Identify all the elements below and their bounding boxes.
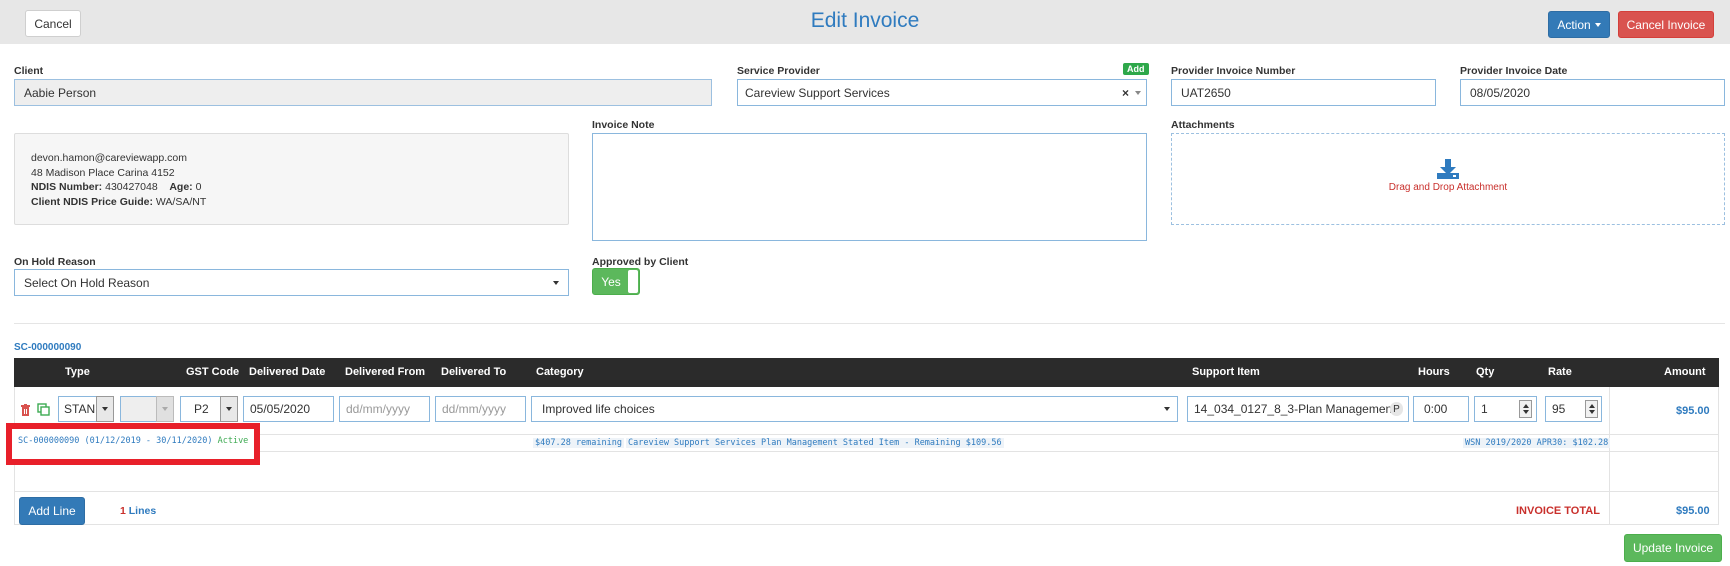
- line-info-bar: $407.28 remaining Careview Support Servi…: [14, 434, 1719, 452]
- delivered-from-input[interactable]: dd/mm/yyyy: [339, 396, 430, 422]
- col-delivered-from: Delivered From: [345, 366, 426, 378]
- delivered-to-input[interactable]: dd/mm/yyyy: [435, 396, 526, 422]
- col-delivered-date: Delivered Date: [249, 366, 326, 378]
- chevron-down-icon: [1135, 91, 1141, 95]
- invoice-total-label: INVOICE TOTAL: [1516, 505, 1600, 517]
- service-provider-select[interactable]: Careview Support Services ×: [737, 79, 1147, 106]
- ndis-label: NDIS Number:: [31, 181, 103, 193]
- type-dropdown-button[interactable]: [96, 396, 114, 422]
- gst-blank-dropdown: [156, 396, 174, 422]
- action-button[interactable]: Action: [1548, 11, 1610, 38]
- chevron-down-icon: [102, 407, 108, 411]
- attachments-label: Attachments: [1171, 119, 1235, 131]
- client-field[interactable]: Aabie Person: [14, 79, 712, 106]
- invoice-note-textarea[interactable]: [592, 133, 1147, 241]
- col-type: Type: [65, 366, 90, 378]
- remaining-text: $407.28 remaining: [533, 438, 624, 448]
- stated-item-text: Careview Support Services Plan Managemen…: [626, 438, 1004, 448]
- lines-count: 1 Lines: [120, 505, 156, 517]
- col-rate: Rate: [1548, 366, 1572, 378]
- service-provider-value: Careview Support Services: [745, 85, 890, 100]
- lines-count-number: 1: [120, 505, 126, 517]
- update-invoice-button[interactable]: Update Invoice: [1624, 534, 1722, 562]
- price-guide-label: Client NDIS Price Guide:: [31, 195, 153, 208]
- price-text: WSN 2019/2020 APR30: $102.28: [1463, 438, 1611, 448]
- action-label: Action: [1557, 17, 1591, 32]
- clear-icon[interactable]: ×: [1122, 86, 1129, 100]
- rate-value: 95: [1552, 402, 1566, 416]
- age-value: 0: [195, 181, 202, 193]
- col-support-item: Support Item: [1192, 366, 1260, 378]
- provider-invoice-number-input[interactable]: UAT2650: [1171, 79, 1436, 106]
- col-category: Category: [536, 366, 584, 378]
- approved-label: Approved by Client: [592, 256, 689, 268]
- col-hours: Hours: [1418, 366, 1450, 378]
- attachment-dropzone[interactable]: Drag and Drop Attachment: [1171, 133, 1725, 225]
- chevron-down-icon: [1594, 22, 1601, 27]
- col-delivered-to: Delivered To: [441, 366, 507, 378]
- service-contract-info: SC-000000090 (01/12/2019 - 30/11/2020) A…: [18, 436, 248, 446]
- delivered-date-input[interactable]: 05/05/2020: [243, 396, 334, 422]
- provider-invoice-number-label: Provider Invoice Number: [1171, 65, 1296, 77]
- amount-column-divider: [1609, 387, 1610, 525]
- section-divider: [14, 323, 1725, 324]
- toggle-knob: [628, 270, 638, 293]
- col-gst-code: GST Code: [186, 366, 240, 378]
- price-guide-value: WA/SA/NT: [155, 195, 207, 208]
- qty-stepper[interactable]: [1519, 400, 1532, 418]
- gst-dropdown-button[interactable]: [220, 396, 238, 422]
- cancel-invoice-button[interactable]: Cancel Invoice: [1618, 11, 1714, 38]
- service-contract-link[interactable]: SC-000000090: [14, 342, 81, 353]
- provider-invoice-date-label: Provider Invoice Date: [1460, 65, 1568, 77]
- service-contract-range: SC-000000090 (01/12/2019 - 30/11/2020): [18, 436, 213, 446]
- on-hold-select[interactable]: Select On Hold Reason: [14, 269, 569, 296]
- on-hold-label: On Hold Reason: [14, 256, 96, 268]
- attachment-text: Drag and Drop Attachment: [1388, 182, 1508, 193]
- invoice-total-value: $95.00: [1676, 505, 1710, 517]
- qty-value: 1: [1481, 402, 1488, 416]
- footer-divider: [14, 491, 1719, 492]
- client-ndis: NDIS Number: 430427048 Age: 0: [31, 180, 552, 195]
- status-badge: Active: [217, 436, 249, 446]
- category-select[interactable]: Improved life choices: [531, 396, 1178, 422]
- col-amount: Amount: [1664, 366, 1706, 378]
- add-line-button[interactable]: Add Line: [19, 497, 85, 525]
- client-price-guide: Client NDIS Price Guide: WA/SA/NT: [31, 195, 552, 210]
- provider-invoice-date-input[interactable]: 08/05/2020: [1460, 79, 1725, 106]
- on-hold-value: Select On Hold Reason: [24, 275, 150, 290]
- client-label: Client: [14, 65, 44, 77]
- client-info-box: devon.hamon@careviewapp.com 48 Madison P…: [14, 133, 569, 225]
- hours-input[interactable]: 0:00: [1413, 396, 1469, 422]
- line-amount: $95.00: [1676, 405, 1710, 417]
- ndis-value: 430427048: [105, 181, 158, 193]
- rate-stepper[interactable]: [1585, 400, 1598, 418]
- highlight-box: SC-000000090 (01/12/2019 - 30/11/2020) A…: [6, 423, 260, 465]
- add-provider-button[interactable]: Add: [1123, 63, 1149, 75]
- chevron-down-icon: [226, 407, 232, 411]
- copy-icon[interactable]: [37, 403, 50, 416]
- support-item-tag: P: [1390, 402, 1403, 416]
- page-title: Edit Invoice: [810, 9, 920, 32]
- lines-table-header: Type GST Code Delivered Date Delivered F…: [14, 358, 1719, 387]
- download-icon: [1437, 159, 1459, 179]
- client-email: devon.hamon@careviewapp.com: [31, 152, 187, 164]
- chevron-down-icon: [553, 281, 559, 285]
- support-item-value: 14_034_0127_8_3-Plan Management -: [1194, 402, 1403, 416]
- gst-code-value: P2: [194, 402, 209, 416]
- client-address: 48 Madison Place Carina 4152: [31, 166, 175, 179]
- chevron-down-icon: [162, 407, 168, 411]
- chevron-down-icon: [1164, 407, 1170, 411]
- delete-icon[interactable]: [20, 404, 31, 416]
- category-value: Improved life choices: [542, 402, 655, 416]
- service-provider-label: Service Provider: [737, 65, 820, 77]
- col-qty: Qty: [1476, 366, 1495, 378]
- invoice-note-label: Invoice Note: [592, 119, 655, 131]
- lines-count-label: Lines: [128, 505, 157, 517]
- age-label: Age:: [169, 181, 193, 193]
- support-item-select[interactable]: 14_034_0127_8_3-Plan Management - P: [1187, 396, 1409, 422]
- approved-toggle[interactable]: Yes: [592, 268, 640, 295]
- approved-toggle-label: Yes: [601, 274, 621, 289]
